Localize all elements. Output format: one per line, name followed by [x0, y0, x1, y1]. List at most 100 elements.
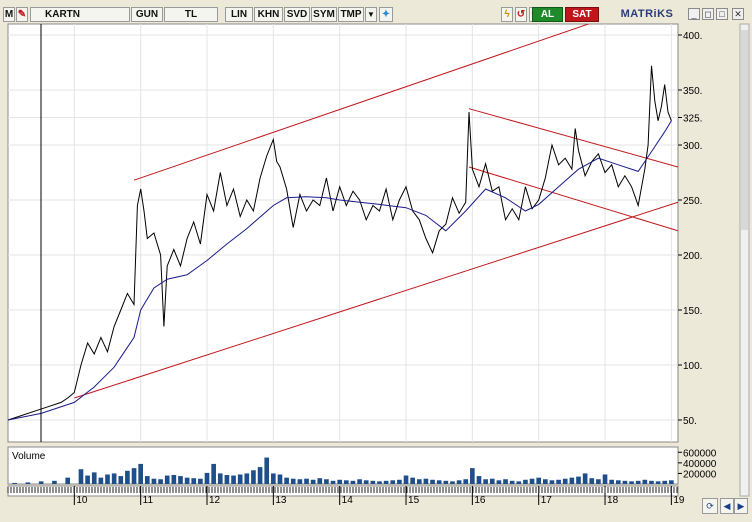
volume-bar	[330, 480, 336, 484]
volume-bar	[98, 477, 104, 484]
volume-bar	[556, 479, 561, 484]
volume-bar	[516, 481, 522, 484]
volume-bar	[443, 480, 449, 484]
date-tick-label: 12	[209, 495, 221, 506]
volume-bar	[562, 478, 568, 484]
chart-canvas: 50. 100. 150. 200. 250. 300. 325. 350. 400. 10 11 1…	[7, 23, 750, 506]
volume-bar	[125, 470, 130, 484]
volume-bar	[602, 474, 608, 484]
volume-bar	[615, 480, 621, 484]
volume-bar	[609, 479, 614, 484]
volume-bar	[105, 474, 110, 484]
volume-bar	[596, 479, 601, 484]
volume-bar	[489, 478, 495, 484]
date-tick-label: 10	[76, 495, 88, 506]
scroll-left-icon[interactable]: ◀	[720, 498, 734, 514]
volume-bar	[649, 480, 654, 484]
volume-bar	[12, 482, 17, 484]
volume-bar	[343, 480, 349, 484]
date-tick-label: 14	[342, 495, 354, 506]
volume-bar	[529, 478, 535, 484]
volume-bar	[642, 479, 648, 484]
volume-bar	[383, 480, 389, 484]
volume-bar	[198, 478, 203, 484]
volume-bar	[357, 479, 362, 484]
volume-bar	[151, 478, 157, 484]
volume-bar	[304, 478, 309, 484]
volume-tick-label: 600000	[683, 448, 717, 459]
volume-bar	[171, 475, 177, 484]
chart-window: M ✎ KARTN GUN TL LIN KHN SVD SYM TMP ▼ ✦…	[0, 0, 752, 522]
volume-bar	[118, 476, 124, 484]
volume-bar	[416, 479, 422, 484]
date-tick-label: 17	[541, 495, 553, 506]
volume-bar	[549, 480, 555, 484]
volume-bar	[264, 457, 270, 484]
volume-bar	[496, 480, 502, 484]
volume-bar	[403, 475, 409, 484]
scrollbar-thumb[interactable]	[741, 30, 748, 230]
volume-bar	[178, 476, 183, 484]
date-tick-label: 16	[474, 495, 486, 506]
volume-bar	[78, 469, 84, 484]
price-tick-label: 250.	[683, 196, 702, 207]
volume-tick-label: 400000	[683, 459, 717, 470]
scroll-right-icon[interactable]: ▶	[734, 498, 748, 514]
volume-bar	[337, 479, 343, 484]
volume-bar	[576, 476, 581, 484]
volume-bar	[217, 473, 223, 484]
volume-bar	[662, 480, 668, 484]
volume-bar	[456, 480, 462, 484]
volume-bar	[257, 467, 263, 484]
volume-bar	[397, 479, 402, 484]
volume-bar	[52, 480, 57, 484]
volume-bar	[430, 479, 435, 484]
volume-bar	[251, 470, 256, 484]
volume-bar	[317, 478, 323, 484]
volume-bar	[363, 480, 369, 484]
volume-bar	[569, 477, 575, 484]
volume-bar	[669, 480, 674, 484]
bottom-controls: ⟳ ◀ ▶	[702, 498, 748, 516]
volume-bar	[310, 479, 316, 484]
volume-title: Volume	[12, 451, 46, 462]
volume-bar	[111, 473, 117, 484]
volume-bar	[476, 476, 482, 484]
volume-bar	[629, 481, 634, 484]
volume-bar	[25, 482, 31, 484]
volume-bar	[410, 477, 415, 484]
price-tick-label: 400.	[683, 31, 702, 42]
price-panel	[7, 23, 679, 443]
volume-bar	[224, 475, 230, 484]
volume-bar	[144, 476, 150, 484]
date-tick-label: 13	[275, 495, 287, 506]
volume-bar	[91, 472, 97, 484]
volume-tick-label: 200000	[683, 469, 717, 480]
volume-bar	[582, 473, 588, 484]
volume-bar	[423, 478, 429, 484]
volume-bar	[237, 474, 243, 484]
date-tick-label: 19	[673, 495, 685, 506]
volume-bar	[65, 477, 71, 484]
volume-bar	[503, 479, 508, 484]
volume-bar	[635, 480, 641, 484]
price-tick-label: 50.	[683, 416, 697, 427]
volume-bar	[324, 479, 329, 484]
volume-bar	[231, 475, 236, 484]
date-tick-label: 15	[408, 495, 420, 506]
volume-bar	[271, 473, 276, 484]
volume-bar	[377, 481, 382, 484]
price-tick-label: 100.	[683, 361, 702, 372]
volume-bar	[138, 463, 143, 484]
volume-bar	[536, 477, 542, 484]
volume-bar	[622, 480, 628, 484]
sync-icon[interactable]: ⟳	[702, 498, 718, 514]
volume-bar	[470, 468, 475, 484]
volume-bar	[509, 480, 515, 484]
volume-bar	[370, 480, 376, 484]
price-tick-label: 325.	[683, 114, 702, 125]
volume-bar	[131, 468, 137, 484]
volume-bar	[655, 481, 661, 484]
price-tick-label: 150.	[683, 306, 702, 317]
volume-bar	[523, 479, 528, 484]
